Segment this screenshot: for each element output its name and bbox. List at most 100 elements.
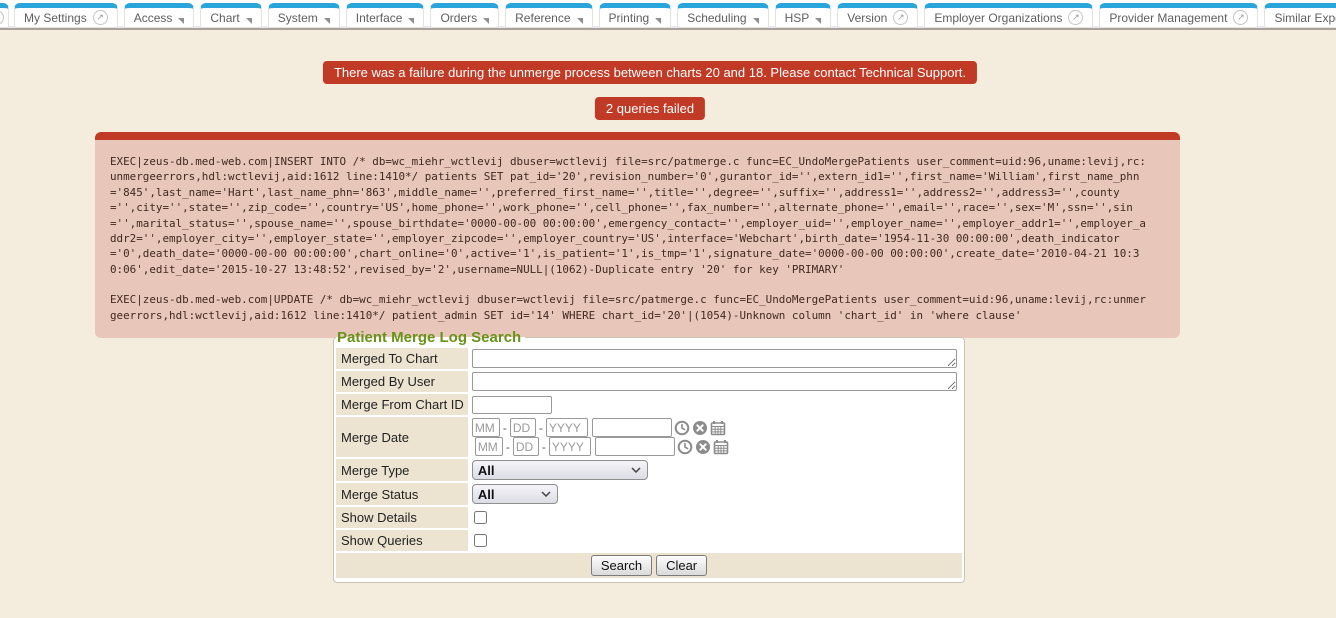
calendar-icon[interactable] bbox=[710, 420, 726, 436]
tab-system[interactable]: System bbox=[268, 3, 340, 28]
tab-label: Employer Organizations bbox=[934, 11, 1062, 25]
table-row: Show Queries bbox=[336, 530, 962, 551]
merge-date-to-group: - - bbox=[475, 437, 729, 456]
query-log-entry: EXEC|zeus-db.med-web.com|INSERT INTO /* … bbox=[110, 154, 1165, 277]
dropdown-caret-icon bbox=[408, 18, 414, 24]
open-new-window-icon[interactable]: ↗ bbox=[93, 10, 108, 25]
merge-date-from-year-input[interactable] bbox=[546, 418, 588, 437]
open-new-window-icon[interactable]: ↗ bbox=[893, 10, 908, 25]
field-label: Show Details bbox=[336, 507, 470, 528]
tab-reference[interactable]: Reference bbox=[505, 3, 592, 28]
form-legend: Patient Merge Log Search bbox=[336, 329, 525, 346]
dropdown-caret-icon bbox=[577, 18, 583, 24]
show-queries-checkbox[interactable] bbox=[474, 534, 487, 547]
merge-type-select[interactable]: All bbox=[472, 460, 648, 480]
tab-my-settings[interactable]: My Settings ↗ bbox=[14, 3, 118, 28]
field-label: Merge Date bbox=[336, 417, 470, 457]
dropdown-caret-icon bbox=[324, 18, 330, 24]
query-error-log-header-bar bbox=[95, 132, 1180, 140]
show-details-checkbox[interactable] bbox=[474, 511, 487, 524]
merge-from-chart-id-input[interactable] bbox=[472, 396, 552, 414]
dropdown-caret-icon bbox=[753, 18, 759, 24]
merge-date-to-day-input[interactable] bbox=[513, 437, 539, 456]
query-error-log: EXEC|zeus-db.med-web.com|INSERT INTO /* … bbox=[95, 132, 1180, 338]
merge-date-from-month-input[interactable] bbox=[472, 418, 500, 437]
tab-label: Provider Management bbox=[1109, 11, 1227, 25]
date-separator: - bbox=[541, 440, 547, 454]
tab-access[interactable]: Access bbox=[124, 3, 195, 28]
clear-button[interactable]: Clear bbox=[656, 555, 707, 576]
chevron-down-icon bbox=[631, 467, 641, 473]
clear-date-icon[interactable] bbox=[695, 439, 711, 455]
tab-label: Version bbox=[847, 11, 887, 25]
clear-date-icon[interactable] bbox=[692, 420, 708, 436]
tab-clipped[interactable]: ↗ bbox=[0, 3, 9, 28]
merged-to-chart-input[interactable] bbox=[472, 349, 957, 368]
date-separator: - bbox=[505, 440, 511, 454]
tab-label: My Settings bbox=[24, 11, 87, 25]
form-table: Merged To Chart Merged By User Merge Fro… bbox=[336, 346, 962, 580]
merge-date-to-year-input[interactable] bbox=[549, 437, 591, 456]
tab-interface[interactable]: Interface bbox=[346, 3, 425, 28]
chevron-down-icon bbox=[541, 491, 551, 497]
table-row: Show Details bbox=[336, 507, 962, 528]
tab-version[interactable]: Version ↗ bbox=[837, 3, 918, 28]
field-label: Show Queries bbox=[336, 530, 470, 551]
merge-date-from-group: - - bbox=[472, 418, 726, 437]
tab-label: HSP bbox=[785, 11, 810, 25]
clock-icon[interactable] bbox=[677, 439, 693, 455]
tab-label: Interface bbox=[356, 11, 403, 25]
merge-date-to-time-input[interactable] bbox=[595, 437, 675, 456]
table-row: Merged By User bbox=[336, 371, 962, 392]
open-new-window-icon: ↗ bbox=[0, 10, 4, 25]
table-row: Merge Status All bbox=[336, 483, 962, 505]
merge-date-from-time-input[interactable] bbox=[592, 418, 672, 437]
tab-employer-organizations[interactable]: Employer Organizations ↗ bbox=[924, 3, 1093, 28]
merge-date-to-month-input[interactable] bbox=[475, 437, 503, 456]
tab-chart[interactable]: Chart bbox=[200, 3, 261, 28]
tab-label: Orders bbox=[440, 11, 477, 25]
patient-merge-log-search-form: Patient Merge Log Search Merged To Chart… bbox=[333, 329, 965, 583]
merge-status-selected-value: All bbox=[478, 487, 495, 502]
merged-by-user-input[interactable] bbox=[472, 372, 957, 391]
query-log-entry: EXEC|zeus-db.med-web.com|UPDATE /* db=wc… bbox=[110, 292, 1165, 323]
tab-provider-management[interactable]: Provider Management ↗ bbox=[1099, 3, 1258, 28]
tab-orders[interactable]: Orders bbox=[430, 3, 499, 28]
search-button[interactable]: Search bbox=[591, 555, 652, 576]
query-error-log-body: EXEC|zeus-db.med-web.com|INSERT INTO /* … bbox=[95, 140, 1180, 338]
dropdown-caret-icon bbox=[178, 18, 184, 24]
tab-label: Printing bbox=[609, 11, 650, 25]
field-label: Merged By User bbox=[336, 371, 470, 392]
tab-scheduling[interactable]: Scheduling bbox=[677, 3, 768, 28]
table-row: Merge Date - - - - bbox=[336, 417, 962, 457]
table-row: Merge Type All bbox=[336, 459, 962, 481]
tab-similar-exposure-groups[interactable]: Similar Exposure Groups (SEGs)↗ bbox=[1264, 3, 1336, 28]
date-separator: - bbox=[538, 421, 544, 435]
unmerge-failure-banner: There was a failure during the unmerge p… bbox=[323, 61, 977, 84]
open-new-window-icon[interactable]: ↗ bbox=[1068, 10, 1083, 25]
tab-hsp[interactable]: HSP bbox=[775, 3, 832, 28]
field-label: Merged To Chart bbox=[336, 348, 470, 369]
clock-icon[interactable] bbox=[674, 420, 690, 436]
dropdown-caret-icon bbox=[483, 18, 489, 24]
merge-status-select[interactable]: All bbox=[472, 484, 558, 504]
field-label: Merge From Chart ID bbox=[336, 394, 470, 415]
tab-printing[interactable]: Printing bbox=[599, 3, 672, 28]
tab-label: System bbox=[278, 11, 318, 25]
table-row: Merged To Chart bbox=[336, 348, 962, 369]
dropdown-caret-icon bbox=[815, 18, 821, 24]
merge-date-from-day-input[interactable] bbox=[510, 418, 536, 437]
open-new-window-icon[interactable]: ↗ bbox=[1233, 10, 1248, 25]
admin-tab-bar: ↗ My Settings ↗ Access Chart System Inter… bbox=[0, 0, 1336, 30]
date-separator: - bbox=[502, 421, 508, 435]
field-label: Merge Type bbox=[336, 459, 470, 481]
tab-label: Chart bbox=[210, 11, 239, 25]
tab-label: Scheduling bbox=[687, 11, 746, 25]
queries-failed-badge: 2 queries failed bbox=[595, 97, 705, 120]
tab-label: Access bbox=[134, 11, 173, 25]
table-row: Merge From Chart ID bbox=[336, 394, 962, 415]
calendar-icon[interactable] bbox=[713, 439, 729, 455]
dropdown-caret-icon bbox=[246, 18, 252, 24]
dropdown-caret-icon bbox=[655, 18, 661, 24]
field-label: Merge Status bbox=[336, 483, 470, 505]
